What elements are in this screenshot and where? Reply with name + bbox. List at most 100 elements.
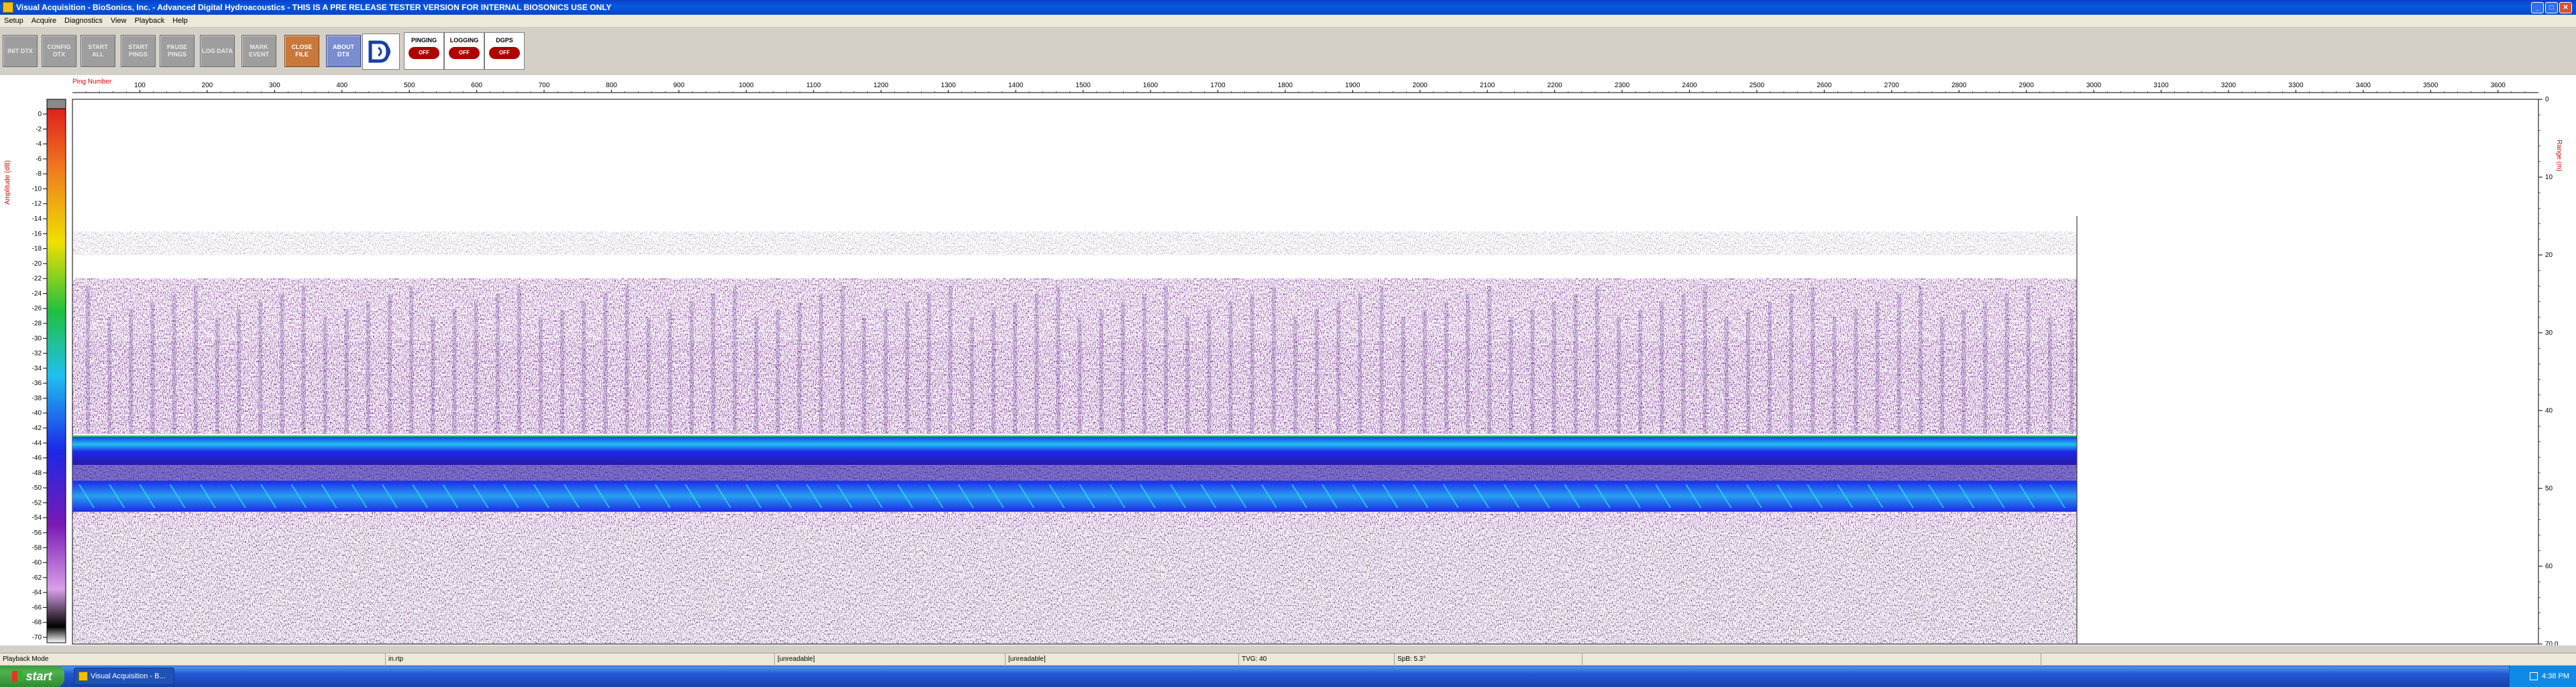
plume-streak (1271, 286, 1276, 434)
ping-tick-label: 600 (471, 82, 482, 89)
plume-streak (1401, 317, 1405, 434)
range-tick-label: 40 (2545, 407, 2553, 415)
plume-streak (1444, 301, 1448, 434)
plume-streak (495, 294, 500, 434)
amplitude-tick-label: -20 (32, 260, 42, 268)
minimize-icon[interactable]: _ (2531, 2, 2544, 13)
ping-tick-label: 2500 (1750, 82, 1765, 89)
amplitude-axis-label: Amplitude (dB) (4, 160, 11, 205)
plume-streak (1660, 301, 1664, 434)
echo-band-upper (72, 435, 2078, 466)
ping-tick-label: 3200 (2221, 82, 2237, 89)
plume-streak (1120, 301, 1125, 434)
about-dtx-button[interactable]: ABOUT DTX (326, 35, 361, 67)
ping-tick-label: 500 (404, 82, 415, 89)
init-dtx-button[interactable]: INIT DTX (3, 35, 38, 67)
window-controls: _ □ ✕ (2531, 2, 2572, 13)
menu-playback[interactable]: Playback (131, 17, 169, 25)
range-axis-label: Range (m) (2555, 140, 2563, 171)
network-icon (2530, 672, 2538, 680)
ping-tick-label: 3600 (2491, 82, 2506, 89)
maximize-icon[interactable]: □ (2545, 2, 2558, 13)
sub-band-scatter (72, 511, 2078, 527)
plume-streak (301, 286, 306, 434)
close-file-button[interactable]: CLOSE FILE (284, 35, 319, 67)
taskbar-window-visual-acquisition[interactable]: Visual Acquisition - B... (74, 668, 174, 685)
menu-setup[interactable]: Setup (0, 17, 28, 25)
amplitude-axis: 0 -2 -4 -6 -8 -10 -12 -14 -16 -18 -20 -22 -24 -26 -28 -… (32, 111, 47, 641)
plume-streak (1595, 286, 1599, 434)
plume-streak (1573, 294, 1578, 434)
logging-status: LOGGING OFF (444, 32, 484, 70)
ping-tick-label: 3500 (2423, 82, 2438, 89)
amplitude-tick-label: -6 (36, 156, 42, 163)
surface-noise (72, 231, 2078, 255)
plume-streak (862, 317, 867, 434)
plume-streak (1983, 301, 1988, 434)
menu-help[interactable]: Help (168, 17, 192, 25)
plume-streak (1466, 294, 1470, 434)
amplitude-tick-label: -64 (32, 589, 42, 596)
start-pings-button[interactable]: START PINGS (121, 35, 156, 67)
plume-streak (323, 317, 327, 434)
ping-tick-label: 700 (539, 82, 550, 89)
pause-pings-button[interactable]: PAUSE PINGS (160, 35, 195, 67)
plume-streak (667, 309, 672, 434)
amplitude-tick-label: -70 (32, 634, 42, 641)
plume-streak (1896, 294, 1901, 434)
ping-tick-label: 1700 (1210, 82, 1226, 89)
status-spreading: SpB: 5.3° (1394, 653, 1582, 665)
range-tick-label: 30 (2545, 329, 2553, 337)
plume-streak (258, 301, 263, 434)
amplitude-tick-label: -54 (32, 515, 42, 522)
echo-band-gap-fill (72, 465, 2078, 481)
menu-diagnostics[interactable]: Diagnostics (60, 17, 107, 25)
plume-streak (409, 286, 414, 434)
start-all-button[interactable]: START ALL (80, 35, 115, 67)
config-dtx-button[interactable]: CONFIG DTX (42, 35, 76, 67)
ping-tick-label: 1000 (739, 82, 754, 89)
plume-streak (991, 309, 996, 434)
ping-axis: 100 200 300 400 500 600 700 800 900 1000 1100 1200 1… (72, 82, 2538, 93)
plume-streak (1293, 317, 1297, 434)
ping-tick-label: 2200 (1547, 82, 1562, 89)
plume-streak (1789, 294, 1794, 434)
ping-tick-label: 300 (269, 82, 280, 89)
pinging-status: PINGING OFF (404, 32, 444, 70)
plume-streak (646, 317, 651, 434)
plume-streak (1422, 309, 1427, 434)
close-icon[interactable]: ✕ (2559, 2, 2572, 13)
start-button[interactable]: start (0, 666, 64, 687)
mark-event-button[interactable]: MARK EVENT (241, 35, 276, 67)
plume-streak (1962, 309, 1966, 434)
ping-tick-label: 200 (202, 82, 213, 89)
ping-tick-label: 1600 (1143, 82, 1159, 89)
ping-tick-label: 3000 (2086, 82, 2102, 89)
plume-streak (1509, 317, 1513, 434)
amplitude-tick-label: -50 (32, 484, 42, 492)
menu-view[interactable]: View (107, 17, 131, 25)
plume-streak (1228, 301, 1233, 434)
echo-data (72, 216, 2078, 644)
plume-streak (1703, 286, 1707, 434)
plume-streak (452, 309, 457, 434)
plume-streak (129, 309, 133, 434)
range-tick-label: 70.0 (2545, 641, 2559, 645)
amplitude-scale-bar (46, 108, 66, 643)
ping-tick-label: 2600 (1817, 82, 1832, 89)
amplitude-tick-label: -56 (32, 529, 42, 537)
range-tick-label: 0 (2545, 96, 2549, 103)
scatter-layer-dense (72, 340, 2078, 434)
log-data-button[interactable]: LOG DATA (200, 35, 235, 67)
plume-streak (1638, 309, 1643, 434)
menu-acquire[interactable]: Acquire (28, 17, 60, 25)
plume-streak (388, 294, 392, 434)
amplitude-tick-label: -18 (32, 246, 42, 253)
amplitude-tick-label: -40 (32, 410, 42, 417)
amplitude-tick-label: -58 (32, 544, 42, 551)
plume-streak (107, 317, 112, 434)
ping-tick-label: 2300 (1615, 82, 1630, 89)
plume-streak (1724, 317, 1729, 434)
ping-tick-label: 1100 (806, 82, 821, 89)
status-file: in.rtp (385, 653, 775, 665)
